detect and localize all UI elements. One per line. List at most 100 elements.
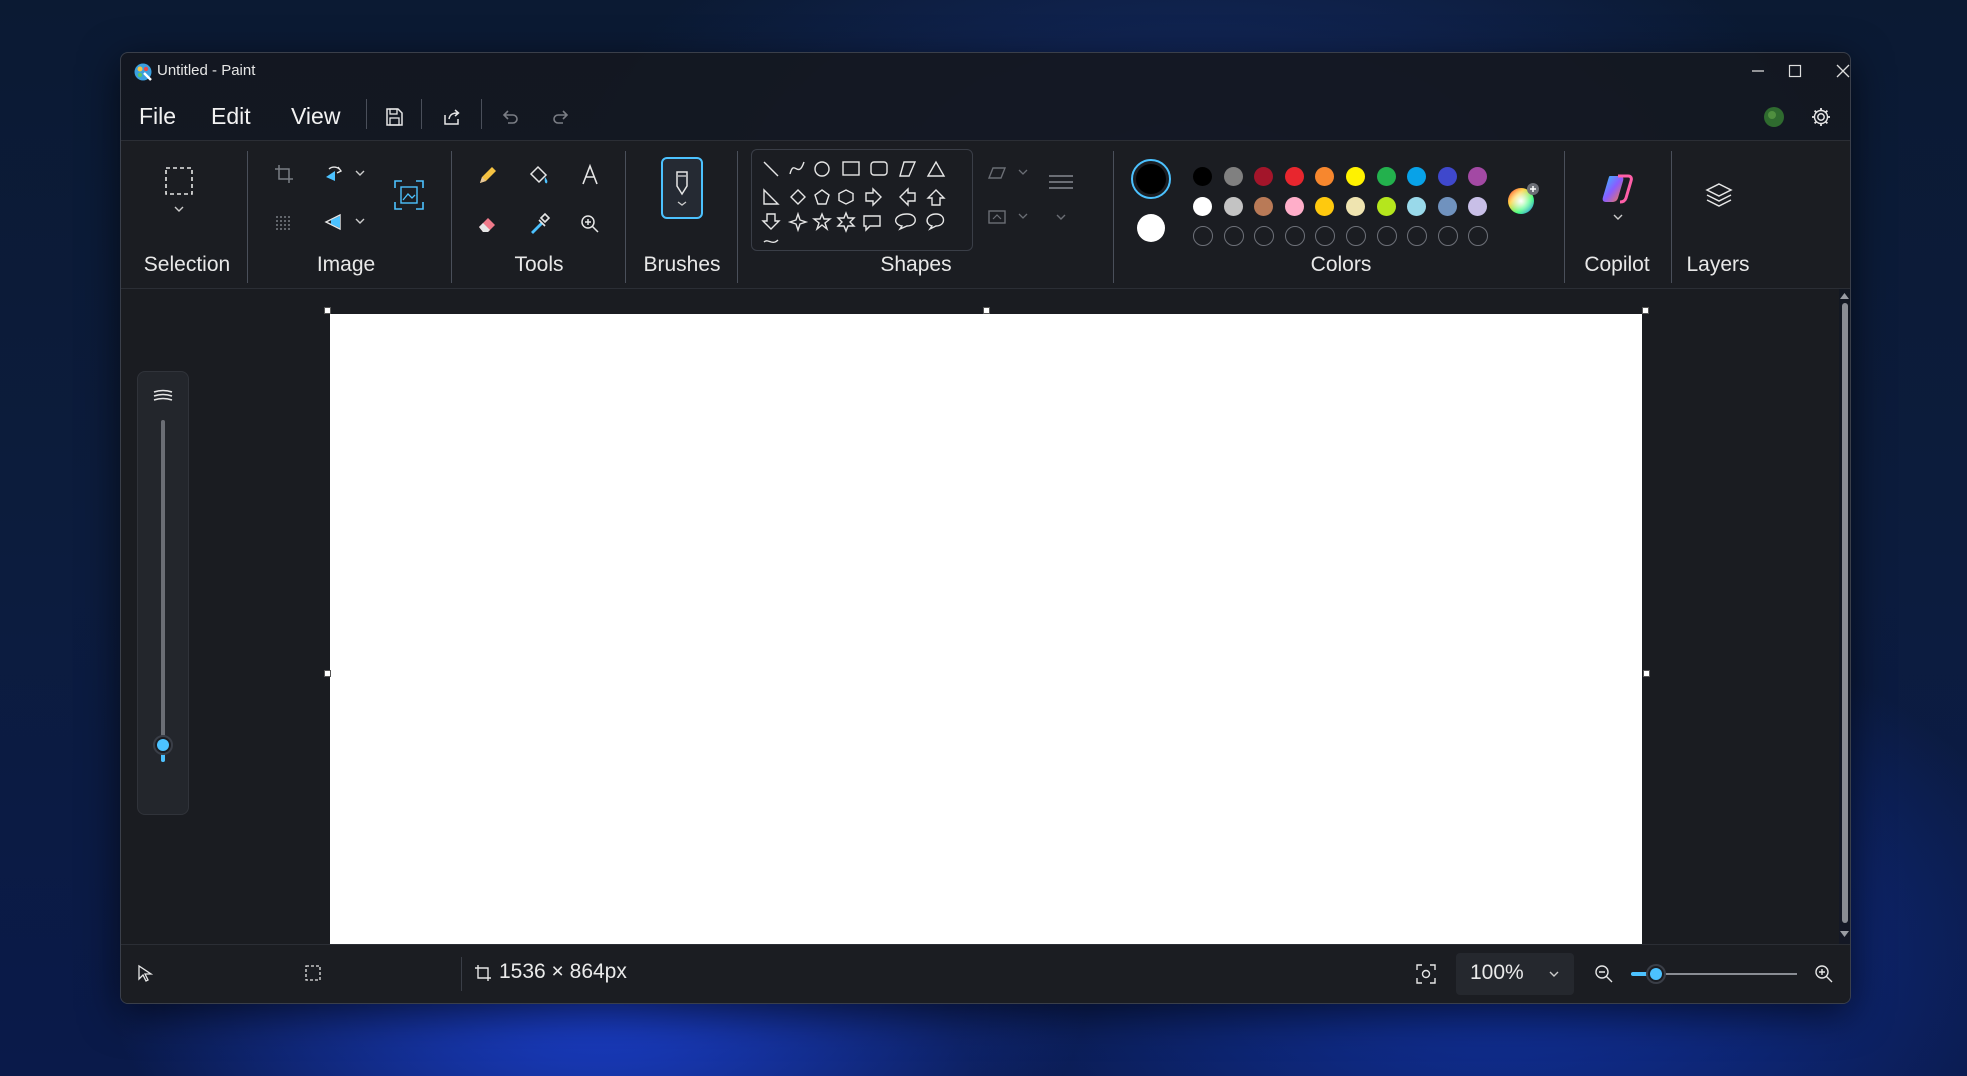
- close-button[interactable]: [1819, 53, 1850, 89]
- zoom-dropdown[interactable]: 100%: [1456, 953, 1574, 995]
- title-bar: Untitled - Paint: [121, 53, 1850, 89]
- gear-icon: [1812, 108, 1830, 126]
- color-swatch[interactable]: [1468, 167, 1488, 186]
- zoom-slider-thumb[interactable]: [1645, 964, 1666, 984]
- custom-color-slot[interactable]: [1468, 226, 1489, 246]
- left-arrow-shape-icon: [899, 187, 916, 207]
- fill-style-button[interactable]: [983, 203, 1033, 231]
- undo-button[interactable]: [494, 101, 526, 133]
- layers-button[interactable]: [1699, 175, 1739, 215]
- status-bar: 1536 × 864px 100%: [121, 944, 1850, 1003]
- edit-colors-button[interactable]: [1503, 179, 1543, 219]
- crop-button[interactable]: [269, 159, 299, 189]
- brush-size-slider[interactable]: [137, 371, 189, 815]
- custom-color-slot[interactable]: [1193, 226, 1213, 246]
- color-picker-button[interactable]: [522, 207, 556, 241]
- menu-file[interactable]: File: [133, 99, 182, 134]
- color-swatch[interactable]: [1284, 197, 1304, 216]
- resize-handle[interactable]: [1643, 670, 1650, 677]
- pencil-button[interactable]: [471, 158, 505, 192]
- secondary-color-button[interactable]: [1136, 213, 1166, 243]
- eraser-button[interactable]: [471, 207, 505, 241]
- zoom-slider[interactable]: [1631, 964, 1801, 984]
- share-button[interactable]: [436, 101, 468, 133]
- resize-button[interactable]: [269, 207, 299, 237]
- color-swatch[interactable]: [1346, 167, 1365, 186]
- chevron-down-icon: [1549, 971, 1559, 977]
- color-swatch[interactable]: [1284, 167, 1304, 186]
- zoom-out-icon: [1595, 965, 1613, 983]
- color-swatch[interactable]: [1254, 167, 1274, 186]
- pentagon-shape-icon: [814, 189, 830, 205]
- color-swatch[interactable]: [1407, 167, 1427, 186]
- maximize-button[interactable]: [1771, 53, 1819, 89]
- color-swatch[interactable]: [1223, 167, 1243, 186]
- brushes-button[interactable]: [661, 157, 703, 219]
- color-swatch[interactable]: [1315, 167, 1335, 186]
- redo-button[interactable]: [545, 101, 577, 133]
- color-swatch[interactable]: [1437, 197, 1457, 216]
- color-swatch[interactable]: [1437, 167, 1457, 186]
- scrollbar-thumb[interactable]: [1842, 303, 1848, 923]
- color-swatch[interactable]: [1193, 197, 1212, 216]
- copilot-button[interactable]: [1597, 169, 1637, 209]
- copilot-icon: [1602, 174, 1633, 204]
- menu-view[interactable]: View: [285, 99, 346, 134]
- menu-divider: [366, 99, 367, 129]
- drawing-canvas[interactable]: [330, 314, 1642, 944]
- copilot-dropdown[interactable]: [1610, 211, 1626, 223]
- fit-to-window-button[interactable]: [1411, 959, 1441, 989]
- flip-button[interactable]: [319, 207, 349, 237]
- color-swatch[interactable]: [1193, 167, 1212, 186]
- text-button[interactable]: [573, 158, 607, 192]
- flip-dropdown[interactable]: [353, 215, 367, 227]
- custom-color-slot[interactable]: [1223, 226, 1244, 246]
- image-creator-button[interactable]: [391, 177, 427, 213]
- zoom-out-button[interactable]: [1591, 961, 1617, 987]
- custom-color-slot[interactable]: [1284, 226, 1305, 246]
- selection-dropdown[interactable]: [171, 203, 187, 215]
- rotate-button[interactable]: [319, 159, 349, 189]
- brush-size-button[interactable]: [1043, 167, 1079, 201]
- share-icon: [444, 109, 460, 125]
- custom-color-slot[interactable]: [1346, 226, 1366, 246]
- brush-size-dropdown[interactable]: [1053, 211, 1069, 223]
- zoom-in-button[interactable]: [1811, 961, 1837, 987]
- rotate-dropdown[interactable]: [353, 167, 367, 179]
- up-arrow-shape-icon: [926, 189, 946, 206]
- custom-color-slot[interactable]: [1376, 226, 1397, 246]
- resize-handle[interactable]: [983, 307, 990, 314]
- shapes-gallery-icons: [761, 160, 946, 243]
- custom-color-slot[interactable]: [1254, 226, 1275, 246]
- zoom-icon: [581, 215, 599, 233]
- color-swatch[interactable]: [1468, 197, 1488, 216]
- custom-color-slot[interactable]: [1437, 226, 1458, 246]
- color-swatch[interactable]: [1376, 167, 1396, 186]
- color-swatch[interactable]: [1254, 197, 1274, 216]
- avatar-icon: [1764, 107, 1784, 127]
- color-swatch[interactable]: [1315, 197, 1335, 216]
- magnifier-button[interactable]: [573, 207, 607, 241]
- account-button[interactable]: [1758, 101, 1790, 133]
- color-swatch[interactable]: [1407, 197, 1427, 216]
- group-label-colors: Colors: [1310, 253, 1372, 276]
- primary-color-button[interactable]: [1131, 159, 1171, 199]
- color-swatch[interactable]: [1376, 197, 1396, 216]
- color-swatch[interactable]: [1223, 197, 1243, 216]
- resize-handle[interactable]: [1642, 307, 1649, 314]
- resize-handle[interactable]: [324, 307, 331, 314]
- settings-button[interactable]: [1805, 101, 1837, 133]
- custom-color-slot[interactable]: [1407, 226, 1428, 246]
- four-point-star-shape-icon: [787, 211, 809, 233]
- custom-color-slot[interactable]: [1315, 226, 1336, 246]
- menu-edit[interactable]: Edit: [205, 99, 257, 134]
- group-label-tools: Tools: [514, 253, 564, 276]
- color-swatch[interactable]: [1346, 197, 1365, 216]
- save-button[interactable]: [378, 101, 410, 133]
- fill-button[interactable]: [522, 158, 556, 192]
- brush-size-thumb[interactable]: [153, 735, 173, 756]
- vertical-scrollbar[interactable]: [1839, 289, 1850, 944]
- resize-handle[interactable]: [324, 670, 331, 677]
- outline-button[interactable]: [983, 159, 1033, 187]
- selection-button[interactable]: [161, 163, 197, 199]
